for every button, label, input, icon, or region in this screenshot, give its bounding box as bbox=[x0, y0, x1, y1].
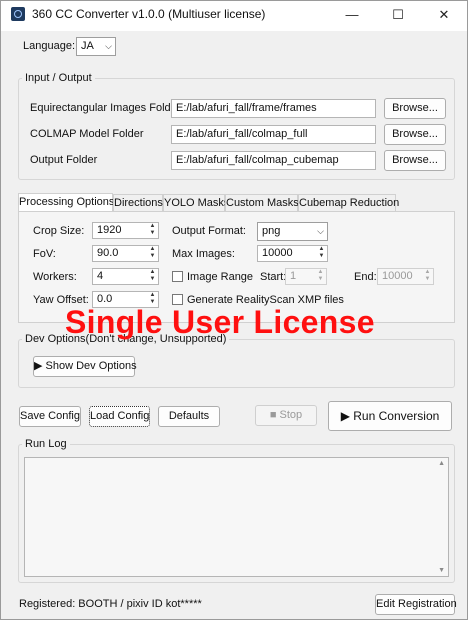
output-format-label: Output Format: bbox=[172, 225, 246, 237]
spin-arrows-icon[interactable]: ▲ ▼ bbox=[147, 246, 158, 261]
scroll-up-icon[interactable]: ▲ bbox=[438, 460, 445, 467]
input-output-title: Input / Output bbox=[22, 72, 95, 84]
colmap-folder-label: COLMAP Model Folder bbox=[30, 128, 144, 140]
registration-status: Registered: BOOTH / pixiv ID kot***** bbox=[19, 598, 202, 610]
tab-cubemap-reduction[interactable]: Cubemap Reduction bbox=[298, 194, 399, 211]
tab-custom-masks[interactable]: Custom Masks bbox=[225, 194, 299, 211]
max-images-label: Max Images: bbox=[172, 248, 235, 260]
end-spinbox[interactable]: 10000 ▲ ▼ bbox=[377, 268, 434, 285]
tab-yolo-masks[interactable]: YOLO Masks bbox=[163, 194, 229, 211]
equirect-folder-label: Equirectangular Images Folder bbox=[30, 102, 181, 114]
crop-size-label: Crop Size: bbox=[33, 225, 85, 237]
license-watermark: Single User License bbox=[65, 304, 375, 340]
show-dev-options-button[interactable]: ▶ Show Dev Options bbox=[33, 356, 137, 377]
browse-colmap-button[interactable]: Browse... bbox=[384, 124, 446, 145]
run-log-title: Run Log bbox=[22, 438, 70, 450]
start-spinbox[interactable]: 1 ▲ ▼ bbox=[285, 268, 327, 285]
save-config-button[interactable]: Save Config bbox=[19, 406, 81, 427]
end-label: End: bbox=[354, 271, 377, 283]
tab-processing-options[interactable]: Processing Options bbox=[18, 193, 114, 212]
workers-spinbox[interactable]: 4 ▲ ▼ bbox=[92, 268, 159, 285]
window-title: 360 CC Converter v1.0.0 (Multiuser licen… bbox=[32, 7, 266, 21]
crop-size-spinbox[interactable]: 1920 ▲ ▼ bbox=[92, 222, 159, 239]
language-select[interactable]: JA ⌵ bbox=[76, 37, 116, 56]
app-icon bbox=[11, 7, 25, 21]
output-folder-input[interactable]: E:/lab/afuri_fall/colmap_cubemap bbox=[171, 151, 376, 170]
app-window: 360 CC Converter v1.0.0 (Multiuser licen… bbox=[0, 0, 468, 620]
title-bar: 360 CC Converter v1.0.0 (Multiuser licen… bbox=[1, 1, 467, 31]
minimize-button[interactable]: — bbox=[329, 1, 375, 31]
output-folder-label: Output Folder bbox=[30, 154, 98, 166]
workers-label: Workers: bbox=[33, 271, 77, 283]
image-range-label: Image Range bbox=[187, 271, 254, 283]
workers-value: 4 bbox=[97, 270, 104, 282]
maximize-button[interactable]: ☐ bbox=[375, 1, 421, 31]
crop-size-value: 1920 bbox=[97, 224, 122, 236]
start-value: 1 bbox=[290, 270, 297, 282]
output-format-value: png bbox=[262, 225, 281, 237]
spin-arrows-icon[interactable]: ▲ ▼ bbox=[422, 269, 433, 284]
tab-directions[interactable]: Directions bbox=[113, 194, 163, 211]
stop-button[interactable]: ■ Stop bbox=[255, 405, 317, 426]
start-label: Start: bbox=[260, 271, 287, 283]
fov-label: FoV: bbox=[33, 248, 56, 260]
colmap-folder-input[interactable]: E:/lab/afuri_fall/colmap_full bbox=[171, 125, 376, 144]
spin-arrows-icon[interactable]: ▲ ▼ bbox=[147, 223, 158, 238]
browse-output-button[interactable]: Browse... bbox=[384, 150, 446, 171]
output-format-select[interactable]: png ⌵ bbox=[257, 222, 328, 241]
spin-arrows-icon[interactable]: ▲ ▼ bbox=[147, 269, 158, 284]
fov-spinbox[interactable]: 90.0 ▲ ▼ bbox=[92, 245, 159, 262]
spin-arrows-icon[interactable]: ▲ ▼ bbox=[315, 269, 326, 284]
run-log-textarea[interactable]: ▲ ▼ bbox=[24, 457, 449, 577]
language-label: Language: bbox=[23, 40, 75, 52]
run-conversion-button[interactable]: ▶ Run Conversion bbox=[328, 401, 452, 431]
end-value: 10000 bbox=[382, 270, 413, 282]
load-config-button[interactable]: Load Config bbox=[89, 406, 150, 427]
max-images-value: 10000 bbox=[262, 247, 293, 259]
equirect-folder-input[interactable]: E:/lab/afuri_fall/frame/frames bbox=[171, 99, 376, 118]
defaults-button[interactable]: Defaults bbox=[158, 406, 220, 427]
fov-value: 90.0 bbox=[97, 247, 119, 259]
edit-registration-button[interactable]: Edit Registration bbox=[375, 594, 457, 615]
close-button[interactable]: ✕ bbox=[421, 1, 467, 31]
scroll-down-icon[interactable]: ▼ bbox=[438, 567, 445, 574]
browse-equirect-button[interactable]: Browse... bbox=[384, 98, 446, 119]
chevron-down-icon: ⌵ bbox=[105, 41, 112, 51]
language-value: JA bbox=[81, 40, 94, 52]
max-images-spinbox[interactable]: 10000 ▲ ▼ bbox=[257, 245, 328, 262]
image-range-checkbox[interactable] bbox=[172, 271, 183, 282]
chevron-down-icon: ⌵ bbox=[317, 226, 324, 236]
spin-arrows-icon[interactable]: ▲ ▼ bbox=[316, 246, 327, 261]
